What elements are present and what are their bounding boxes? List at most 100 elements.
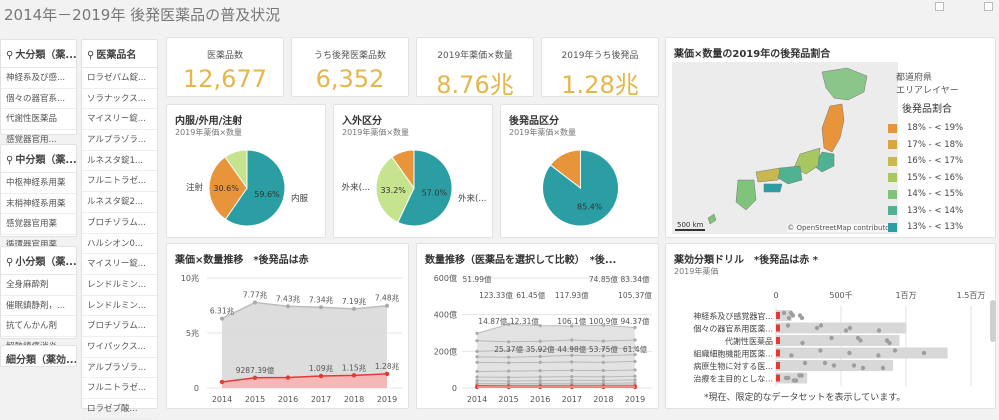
filter-list-item[interactable]: 全身麻酔剤 bbox=[1, 275, 76, 296]
data-point bbox=[803, 361, 807, 365]
filter-list-item[interactable]: ワイパックス... bbox=[82, 337, 157, 358]
filter-list-item[interactable]: 中枢神経系用薬 bbox=[1, 173, 76, 194]
quantity-trend-card[interactable]: 数量推移（医薬品を選択して比較） *後... 0200億400億600億25.3… bbox=[416, 243, 659, 409]
data-label: 94.37億 bbox=[621, 316, 650, 326]
data-point bbox=[861, 366, 865, 370]
filter-drug-name-header[interactable]: ⚲医薬品名 bbox=[82, 40, 157, 68]
filter-list-item[interactable]: ブロチゾラム... bbox=[82, 316, 157, 337]
filter-list-item[interactable]: 末梢神経系用薬 bbox=[1, 194, 76, 215]
data-label: 9287.39億 bbox=[236, 365, 275, 375]
data-point bbox=[352, 307, 356, 311]
filter-list-item[interactable]: アルプラゾラ... bbox=[82, 358, 157, 379]
data-label: 53.75億 bbox=[589, 344, 618, 354]
filter-list-item[interactable]: 神経系及び感... bbox=[1, 68, 76, 89]
line-chart[interactable]: 05兆10兆6.31兆7.77兆7.43兆7.34兆7.19兆7.48兆9287… bbox=[167, 268, 410, 408]
scrollbar[interactable] bbox=[990, 300, 996, 342]
window-control-icon[interactable] bbox=[984, 2, 993, 11]
data-point bbox=[602, 379, 605, 382]
pie-card-generic[interactable]: 後発品区分 2019年薬価×数量 85.4% bbox=[500, 104, 659, 238]
map-legend: 18% - < 19%17% - < 18%16% - < 17%15% - <… bbox=[888, 120, 963, 236]
data-point bbox=[507, 376, 510, 379]
legend-swatch bbox=[888, 173, 897, 182]
chart-title: 内服/外用/注射 bbox=[175, 112, 242, 127]
data-point bbox=[794, 378, 798, 382]
filter-large-category-header[interactable]: ⚲大分類（薬... bbox=[1, 40, 76, 68]
filter-list-item[interactable]: 催眠鎮静剤，... bbox=[1, 296, 76, 317]
data-point bbox=[319, 305, 323, 309]
map-card[interactable]: 薬価×数量の2019年の後発品割合 500 km © OpenStreetMap… bbox=[665, 37, 996, 238]
pie-card-inout[interactable]: 入外区分 2019年薬価×数量 57.0%33.2%外来(...外来(... bbox=[333, 104, 493, 238]
data-label: 105.37億 bbox=[618, 290, 652, 300]
bar-chart[interactable]: 0500千1百万1.5百万神経系及び感覚器官...個々の器官系用医薬...代謝性… bbox=[666, 286, 997, 391]
data-label: 51.99億 bbox=[463, 274, 492, 284]
data-point bbox=[876, 353, 880, 357]
pie-card-route[interactable]: 内服/外用/注射 2019年薬価×数量 59.6%30.6%注射内服 bbox=[166, 104, 326, 238]
pie-outer-label: 外来(... bbox=[342, 182, 370, 193]
filter-list-item[interactable]: ソラナックス... bbox=[82, 89, 157, 110]
map-scale: 500 km bbox=[675, 221, 705, 231]
filter-list-item[interactable]: ハルシオン0... bbox=[82, 234, 157, 255]
filter-list-item[interactable]: レンドルミン... bbox=[82, 275, 157, 296]
filter-list-item[interactable]: ルネスタ錠1... bbox=[82, 151, 157, 172]
data-point bbox=[539, 340, 542, 343]
y-tick-label: 0 bbox=[194, 384, 199, 393]
filter-medium-category-header[interactable]: ⚲中分類（薬... bbox=[1, 145, 76, 173]
value-trend-card[interactable]: 薬価×数量推移 *後発品は赤 05兆10兆6.31兆7.77兆7.43兆7.34… bbox=[166, 243, 409, 409]
data-point bbox=[858, 338, 862, 342]
pie-chart[interactable]: 57.0%33.2%外来(...外来(... bbox=[334, 138, 494, 238]
filter-list-item[interactable]: アルプラゾラ... bbox=[82, 130, 157, 151]
data-point bbox=[633, 375, 636, 378]
category-label: 組織細胞機能用医薬... bbox=[693, 349, 773, 359]
filter-list-item[interactable]: ロラゼブ酸... bbox=[82, 399, 157, 420]
x-tick-label: 2018 bbox=[593, 395, 613, 404]
filter-list-item[interactable]: 代謝性医薬品 bbox=[1, 109, 76, 130]
filter-list-item[interactable]: ルネスタ錠2... bbox=[82, 192, 157, 213]
chart-subtitle: 2019年薬価×数量 bbox=[509, 127, 576, 138]
filter-detail-category-header[interactable]: 細分類（薬効... bbox=[1, 346, 76, 372]
chart-subtitle: 2019年薬価×数量 bbox=[175, 127, 242, 138]
generic-bar bbox=[776, 325, 780, 332]
line-chart[interactable]: 0200億400億600億25.37億35.92億44.98億53.75億61.… bbox=[417, 268, 660, 408]
filter-panel-detail-category[interactable]: 細分類（薬効... bbox=[0, 345, 77, 367]
kpi-value: 12,677 bbox=[167, 65, 283, 93]
data-point bbox=[507, 361, 510, 364]
data-point bbox=[539, 361, 542, 364]
filter-list-item[interactable]: マイスリー錠... bbox=[82, 109, 157, 130]
filter-list-item[interactable]: ブロチゾラム... bbox=[82, 213, 157, 234]
chart-title: 薬価×数量推移 *後発品は赤 bbox=[175, 251, 309, 266]
filter-list-item[interactable]: フルニトラゼ... bbox=[82, 378, 157, 399]
data-point bbox=[539, 369, 542, 372]
data-point bbox=[475, 339, 478, 342]
bar bbox=[776, 335, 900, 346]
data-point bbox=[602, 375, 605, 378]
map-area[interactable]: 500 km © OpenStreetMap contributors bbox=[672, 62, 898, 234]
pie-chart[interactable]: 59.6%30.6%注射内服 bbox=[167, 138, 327, 238]
data-point bbox=[507, 370, 510, 373]
data-point bbox=[798, 313, 802, 317]
drill-card[interactable]: 薬効分類ドリル *後発品は赤 * 2019年薬価 0500千1百万1.5百万神経… bbox=[665, 243, 996, 409]
filter-list-item[interactable]: レンドルミン... bbox=[82, 296, 157, 317]
data-point bbox=[633, 326, 636, 329]
chart-title: 数量推移（医薬品を選択して比較） *後... bbox=[425, 251, 616, 266]
series-area bbox=[477, 386, 635, 388]
filter-panel-medium-category: ⚲中分類（薬... 中枢神経系用薬末梢神経系用薬感覚器官用薬循環器官用薬 bbox=[0, 144, 77, 237]
pie-chart[interactable]: 85.4% bbox=[501, 138, 660, 238]
x-tick-label: 2019 bbox=[377, 395, 397, 404]
data-label: 123.33億 bbox=[479, 290, 513, 300]
kpi-card: うち後発医薬品数6,352 bbox=[291, 37, 409, 97]
data-point bbox=[475, 370, 478, 373]
pie-slice-label: 59.6% bbox=[254, 190, 280, 199]
filter-list-item[interactable]: フルニトラゼ... bbox=[82, 171, 157, 192]
window-control-icon[interactable] bbox=[935, 2, 944, 11]
filter-list-item[interactable]: 抗てんかん剤 bbox=[1, 316, 76, 337]
data-point bbox=[475, 332, 478, 335]
filter-list-item[interactable]: マイスリー錠... bbox=[82, 254, 157, 275]
filter-small-category-header[interactable]: ⚲小分類（薬... bbox=[1, 247, 76, 275]
filter-list-item[interactable]: 感覚器官用薬 bbox=[1, 214, 76, 235]
filter-list-item[interactable]: 個々の器官系... bbox=[1, 89, 76, 110]
legend-item: 13% - < 13% bbox=[888, 219, 963, 236]
japan-map[interactable] bbox=[672, 62, 898, 234]
map-region-shikoku bbox=[764, 184, 782, 192]
filter-list-item[interactable]: ロラゼパム錠... bbox=[82, 68, 157, 89]
data-label: 25.37億 bbox=[494, 344, 523, 354]
